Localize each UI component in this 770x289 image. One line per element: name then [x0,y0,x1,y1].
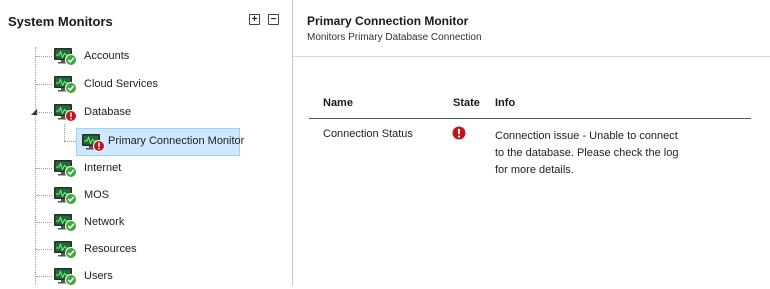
column-header-info[interactable]: Info [495,97,515,109]
tree-item-label: Users [84,270,113,282]
expand-all-button[interactable]: + [249,14,260,25]
tree-panel-title: System Monitors [8,14,113,29]
tree-item-label: Database [84,106,132,118]
monitor-tree-panel: System Monitors + − Accounts Cloud Servic… [0,0,293,286]
tree-item-label: Accounts [84,50,130,62]
tree-branch-line [36,276,52,277]
subtree-connector-line [64,124,65,141]
tree-item-database[interactable]: ◢ Database [31,102,266,122]
tree-branch-line [36,168,52,169]
tree-branch-line [36,222,52,223]
tree-item-label: MOS [84,189,110,201]
error-state-icon [452,126,466,140]
tree-item-label: Cloud Services [84,78,158,90]
tree-item-label: Resources [84,243,137,255]
monitor-error-icon [81,132,105,152]
tree-branch-line [36,112,52,113]
tree-item-accounts[interactable]: Accounts [36,46,266,66]
monitor-ok-icon [53,158,77,178]
tree-branch-line [36,195,52,196]
monitor-ok-icon [53,212,77,232]
tree-item-users[interactable]: Users [36,266,266,286]
column-header-state[interactable]: State [453,97,480,109]
monitor-ok-icon [53,46,77,66]
detail-panel: Primary Connection Monitor Monitors Prim… [293,0,770,285]
tree-item-label: Primary Connection Monitor [108,135,245,147]
tree-branch-line [36,56,52,57]
system-monitors-app: System Monitors + − Accounts Cloud Servic… [0,0,770,286]
tree-item-network[interactable]: Network [36,212,266,232]
tree-branch-line [36,249,52,250]
table-header-rule [309,118,751,119]
tree-item-cloud-services[interactable]: Cloud Services [36,74,266,94]
row-info-cell: Connection issue - Unable to connect to … [495,130,679,176]
detail-title: Primary Connection Monitor [307,14,469,28]
monitor-error-icon [53,102,77,122]
monitor-ok-icon [53,266,77,286]
tree-item-label: Internet [84,162,122,174]
tree-item-mos[interactable]: MOS [36,185,266,205]
tree-item-resources[interactable]: Resources [36,239,266,259]
tree-item-internet[interactable]: Internet [36,158,266,178]
detail-subtitle: Monitors Primary Database Connection [307,32,482,43]
tree-item-label: Network [84,216,125,228]
tree-item-primary-connection-monitor[interactable]: Primary Connection Monitor [76,128,244,156]
tree-branch-line [36,84,52,85]
monitor-ok-icon [53,185,77,205]
monitor-ok-icon [53,239,77,259]
row-name-cell: Connection Status [323,128,413,140]
collapse-all-button[interactable]: − [268,14,279,25]
column-header-name[interactable]: Name [323,97,353,109]
header-divider [293,56,770,57]
monitor-ok-icon [53,74,77,94]
